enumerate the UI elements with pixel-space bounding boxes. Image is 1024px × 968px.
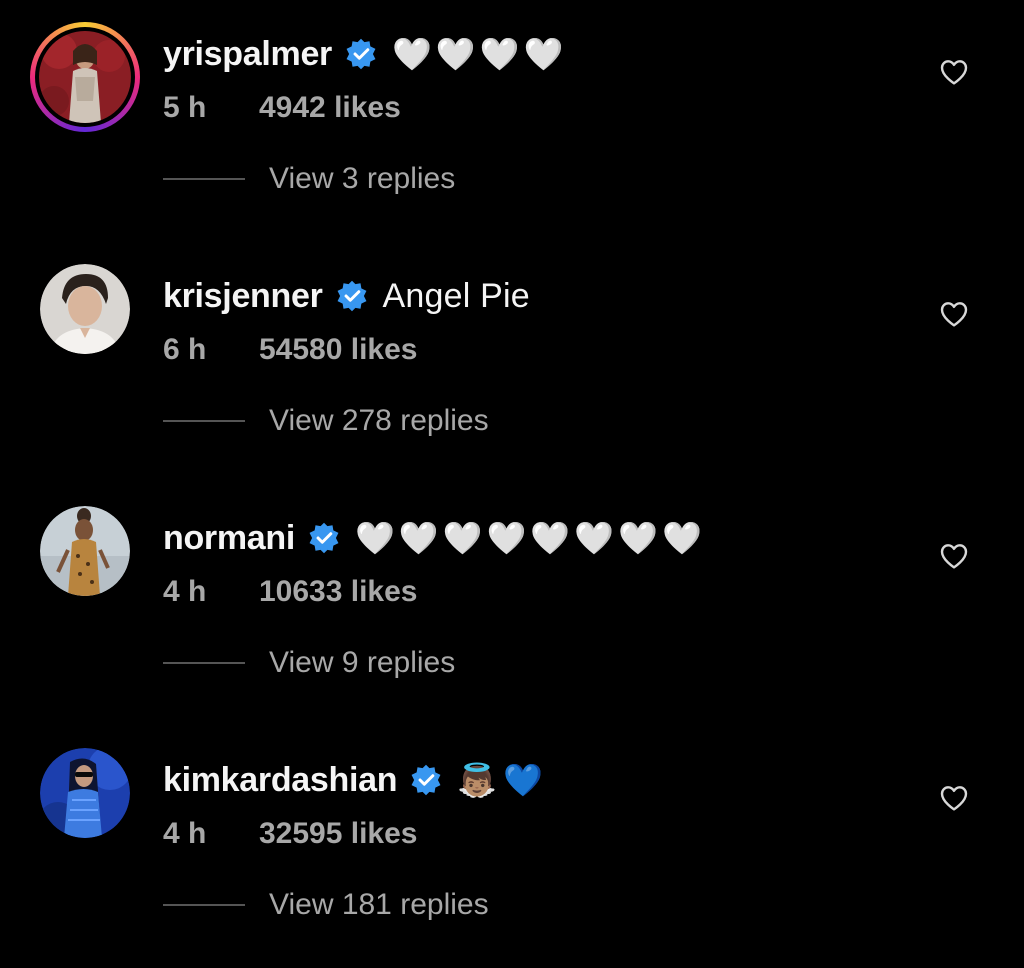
username[interactable]: yrispalmer: [163, 35, 332, 74]
like-button[interactable]: [934, 294, 974, 334]
username[interactable]: normani: [163, 519, 295, 558]
replies-divider: [163, 904, 245, 906]
comment-item: kimkardashian 👼🏽💙 4 h 32595 likes View 1…: [0, 726, 1024, 968]
like-button[interactable]: [934, 778, 974, 818]
comment-text: 🤍🤍🤍🤍: [392, 36, 568, 72]
avatar: [39, 31, 131, 123]
avatar-story-ring[interactable]: [30, 22, 140, 132]
comment-time: 4 h: [163, 575, 207, 608]
view-replies-link[interactable]: View 181 replies: [269, 888, 489, 922]
avatar[interactable]: [40, 506, 130, 596]
comment-item: normani 🤍🤍🤍🤍🤍🤍🤍🤍 4 h 10633 likes View 9 …: [0, 484, 1024, 726]
replies-divider: [163, 178, 245, 180]
avatar[interactable]: [40, 264, 130, 354]
comment-likes[interactable]: 10633 likes: [259, 575, 417, 609]
username[interactable]: kimkardashian: [163, 761, 398, 800]
comment-time: 4 h: [163, 817, 207, 850]
comment-time: 5 h: [163, 91, 207, 124]
comment-text: Angel Pie: [382, 276, 530, 315]
replies-divider: [163, 662, 245, 664]
verified-badge-icon: [307, 521, 341, 555]
heart-outline-icon: [940, 786, 968, 811]
verified-badge-icon: [335, 279, 369, 313]
heart-outline-icon: [940, 544, 968, 569]
comment-likes[interactable]: 54580 likes: [259, 333, 417, 367]
heart-outline-icon: [940, 60, 968, 85]
avatar[interactable]: [40, 748, 130, 838]
view-replies-link[interactable]: View 9 replies: [269, 646, 455, 680]
heart-outline-icon: [940, 302, 968, 327]
comment-item: yrispalmer 🤍🤍🤍🤍 5 h 4942 likes View 3 re…: [0, 0, 1024, 242]
comment-likes[interactable]: 32595 likes: [259, 817, 417, 851]
replies-divider: [163, 420, 245, 422]
like-button[interactable]: [934, 52, 974, 92]
comment-text: 🤍🤍🤍🤍🤍🤍🤍🤍: [355, 520, 706, 556]
view-replies-link[interactable]: View 278 replies: [269, 404, 489, 438]
like-button[interactable]: [934, 536, 974, 576]
comment-text: 👼🏽💙: [457, 762, 549, 798]
comment-time: 6 h: [163, 333, 207, 366]
verified-badge-icon: [344, 37, 378, 71]
comment-likes[interactable]: 4942 likes: [259, 91, 401, 125]
username[interactable]: krisjenner: [163, 277, 323, 316]
view-replies-link[interactable]: View 3 replies: [269, 162, 455, 196]
verified-badge-icon: [409, 763, 443, 797]
comment-item: krisjenner Angel Pie 6 h 54580 likes Vie…: [0, 242, 1024, 484]
